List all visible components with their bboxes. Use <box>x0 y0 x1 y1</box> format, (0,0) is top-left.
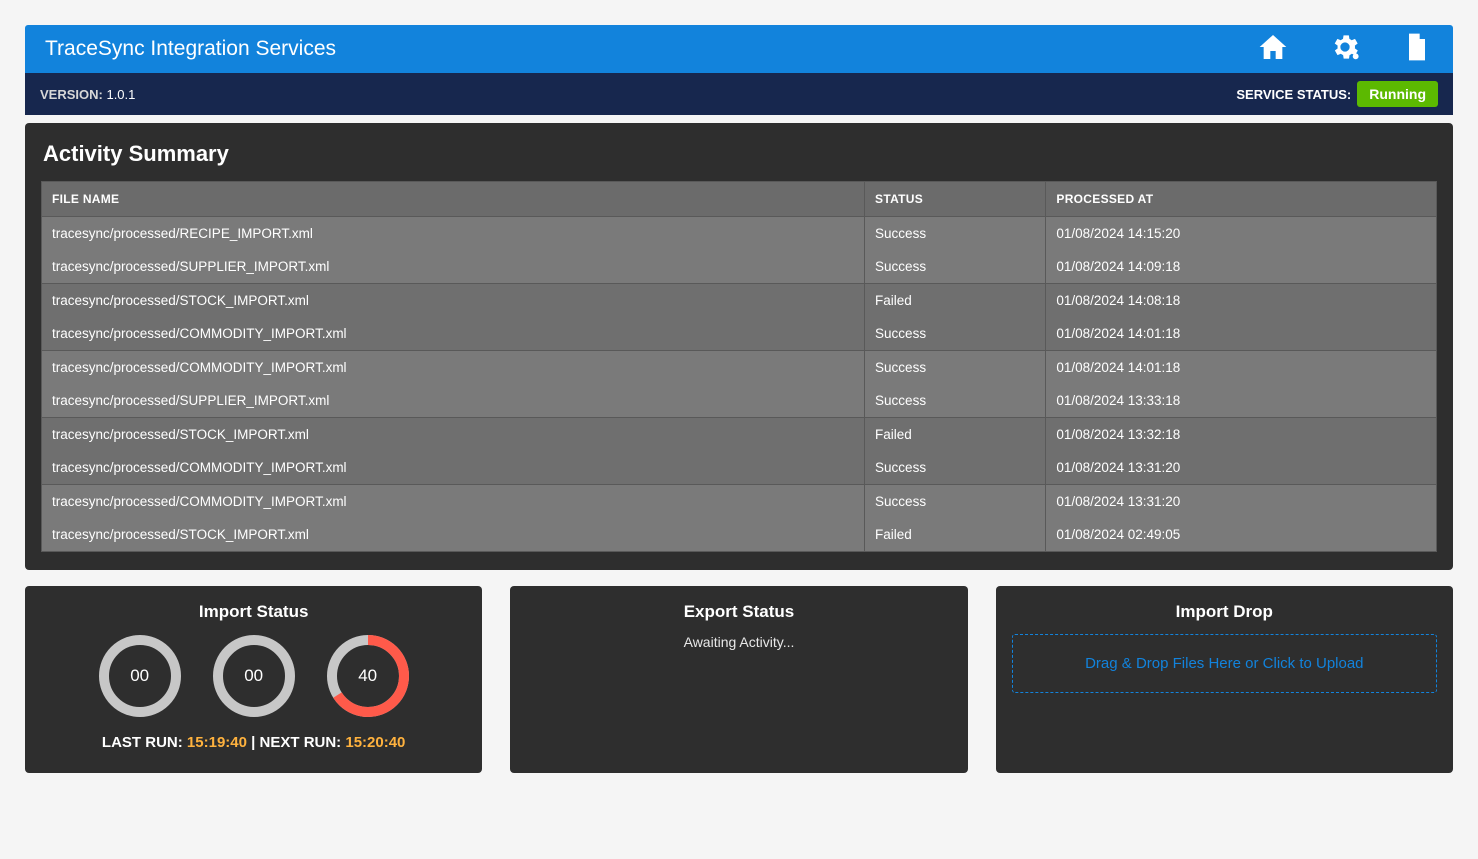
table-row: tracesync/processed/STOCK_IMPORT.xmlFail… <box>42 418 1437 452</box>
cell-status: Success <box>865 384 1046 418</box>
header-icon-group <box>1257 31 1433 68</box>
cell-processed: 01/08/2024 13:31:20 <box>1046 451 1437 485</box>
gauge-value: 40 <box>326 634 410 718</box>
table-row: tracesync/processed/COMMODITY_IMPORT.xml… <box>42 351 1437 385</box>
import-drop-card: Import Drop Drag & Drop Files Here or Cl… <box>996 586 1453 773</box>
home-icon[interactable] <box>1257 31 1289 68</box>
col-header-file: FILE NAME <box>42 182 865 217</box>
gauge-value: 00 <box>212 634 296 718</box>
table-row: tracesync/processed/SUPPLIER_IMPORT.xmlS… <box>42 250 1437 284</box>
cell-status: Success <box>865 217 1046 251</box>
cell-processed: 01/08/2024 14:15:20 <box>1046 217 1437 251</box>
cell-processed: 01/08/2024 14:08:18 <box>1046 284 1437 318</box>
cell-processed: 01/08/2024 13:33:18 <box>1046 384 1437 418</box>
import-status-title: Import Status <box>41 602 466 622</box>
file-dropzone[interactable]: Drag & Drop Files Here or Click to Uploa… <box>1012 634 1437 693</box>
app-title: TraceSync Integration Services <box>45 37 336 61</box>
run-sep: | <box>251 734 259 751</box>
service-status-label: SERVICE STATUS: <box>1236 87 1351 102</box>
status-cards-row: Import Status 00 00 40 LAST RUN: 15:19:40 … <box>25 586 1453 773</box>
table-row: tracesync/processed/SUPPLIER_IMPORT.xmlS… <box>42 384 1437 418</box>
version-value: 1.0.1 <box>106 87 135 102</box>
table-row: tracesync/processed/STOCK_IMPORT.xmlFail… <box>42 284 1437 318</box>
cell-status: Success <box>865 351 1046 385</box>
subheader-bar: VERSION: 1.0.1 SERVICE STATUS: Running <box>25 73 1453 115</box>
cell-status: Failed <box>865 518 1046 552</box>
export-status-title: Export Status <box>526 602 951 622</box>
cell-file: tracesync/processed/COMMODITY_IMPORT.xml <box>42 485 865 519</box>
import-gauges: 00 00 40 <box>41 634 466 718</box>
settings-icon[interactable] <box>1329 31 1361 68</box>
col-header-processed: PROCESSED AT <box>1046 182 1437 217</box>
cell-file: tracesync/processed/SUPPLIER_IMPORT.xml <box>42 384 865 418</box>
cell-status: Failed <box>865 418 1046 452</box>
last-run-time: 15:19:40 <box>187 734 247 751</box>
activity-summary-title: Activity Summary <box>41 141 1437 167</box>
cell-file: tracesync/processed/STOCK_IMPORT.xml <box>42 284 865 318</box>
cell-processed: 01/08/2024 13:31:20 <box>1046 485 1437 519</box>
gauge-1: 00 <box>212 634 296 718</box>
cell-status: Failed <box>865 284 1046 318</box>
cell-file: tracesync/processed/COMMODITY_IMPORT.xml <box>42 451 865 485</box>
cell-file: tracesync/processed/STOCK_IMPORT.xml <box>42 518 865 552</box>
cell-status: Success <box>865 250 1046 284</box>
cell-processed: 01/08/2024 14:09:18 <box>1046 250 1437 284</box>
import-status-card: Import Status 00 00 40 LAST RUN: 15:19:40 … <box>25 586 482 773</box>
export-status-message: Awaiting Activity... <box>526 634 951 650</box>
activity-table: FILE NAME STATUS PROCESSED AT tracesync/… <box>41 181 1437 552</box>
document-icon[interactable] <box>1401 31 1433 68</box>
last-run-label: LAST RUN: <box>102 734 183 751</box>
app-header: TraceSync Integration Services <box>25 25 1453 73</box>
cell-file: tracesync/processed/COMMODITY_IMPORT.xml <box>42 351 865 385</box>
run-schedule: LAST RUN: 15:19:40 | NEXT RUN: 15:20:40 <box>41 734 466 751</box>
version-info: VERSION: 1.0.1 <box>40 87 135 102</box>
cell-processed: 01/08/2024 02:49:05 <box>1046 518 1437 552</box>
table-header-row: FILE NAME STATUS PROCESSED AT <box>42 182 1437 217</box>
version-label: VERSION: <box>40 87 103 102</box>
cell-status: Success <box>865 451 1046 485</box>
export-status-card: Export Status Awaiting Activity... <box>510 586 967 773</box>
gauge-0: 00 <box>98 634 182 718</box>
cell-file: tracesync/processed/COMMODITY_IMPORT.xml <box>42 317 865 351</box>
status-badge: Running <box>1357 81 1438 107</box>
gauge-2: 40 <box>326 634 410 718</box>
next-run-label: NEXT RUN: <box>260 734 342 751</box>
cell-status: Success <box>865 485 1046 519</box>
table-row: tracesync/processed/RECIPE_IMPORT.xmlSuc… <box>42 217 1437 251</box>
cell-processed: 01/08/2024 13:32:18 <box>1046 418 1437 452</box>
next-run-time: 15:20:40 <box>345 734 405 751</box>
cell-file: tracesync/processed/SUPPLIER_IMPORT.xml <box>42 250 865 284</box>
service-status: SERVICE STATUS: Running <box>1236 81 1438 107</box>
gauge-value: 00 <box>98 634 182 718</box>
cell-status: Success <box>865 317 1046 351</box>
col-header-status: STATUS <box>865 182 1046 217</box>
cell-processed: 01/08/2024 14:01:18 <box>1046 351 1437 385</box>
cell-file: tracesync/processed/STOCK_IMPORT.xml <box>42 418 865 452</box>
import-drop-title: Import Drop <box>1012 602 1437 622</box>
table-row: tracesync/processed/COMMODITY_IMPORT.xml… <box>42 317 1437 351</box>
cell-processed: 01/08/2024 14:01:18 <box>1046 317 1437 351</box>
cell-file: tracesync/processed/RECIPE_IMPORT.xml <box>42 217 865 251</box>
table-row: tracesync/processed/COMMODITY_IMPORT.xml… <box>42 485 1437 519</box>
table-row: tracesync/processed/COMMODITY_IMPORT.xml… <box>42 451 1437 485</box>
activity-summary-panel: Activity Summary FILE NAME STATUS PROCES… <box>25 123 1453 570</box>
table-row: tracesync/processed/STOCK_IMPORT.xmlFail… <box>42 518 1437 552</box>
